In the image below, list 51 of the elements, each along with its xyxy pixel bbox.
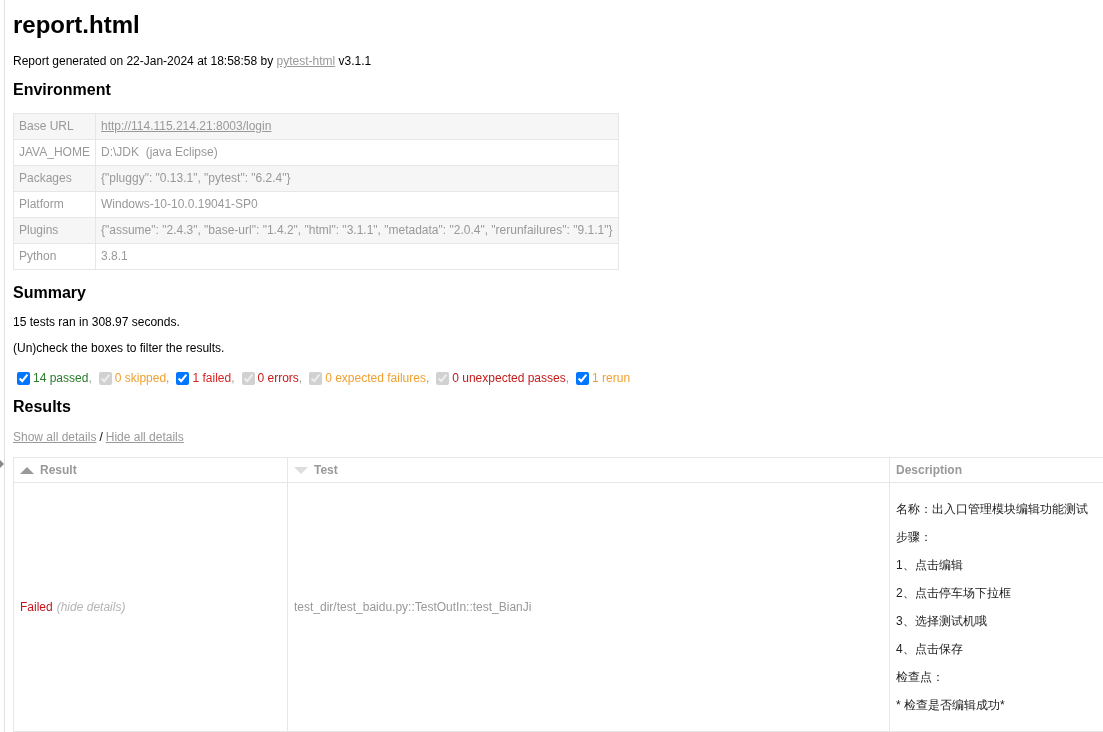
description-line: 检查点： bbox=[896, 670, 945, 684]
env-value-cell: D:\JDK (java Eclipse) bbox=[95, 139, 619, 166]
description-line: 名称：出入口管理模块编辑功能测试 bbox=[896, 502, 1089, 516]
filter-separator: , bbox=[88, 371, 92, 385]
filter-separator: , bbox=[565, 371, 570, 385]
filter-separator: , bbox=[231, 371, 235, 385]
details-link[interactable]: Show all details bbox=[13, 430, 97, 444]
env-key-cell: JAVA_HOME bbox=[13, 139, 96, 166]
page-title: report.html bbox=[13, 11, 140, 39]
column-header[interactable]: Description bbox=[889, 457, 1103, 483]
filter-label: 0 unexpected passes bbox=[452, 371, 566, 385]
filter-separator: , bbox=[166, 371, 170, 385]
filter-checkbox[interactable] bbox=[176, 371, 190, 385]
column-header[interactable]: Result bbox=[13, 457, 288, 483]
env-value-cell: Windows-10-10.0.19041-SP0 bbox=[95, 191, 619, 218]
description-line: * 检查是否编辑成功* bbox=[896, 698, 1006, 712]
section-heading: Results bbox=[13, 397, 71, 416]
filter-label: 0 errors bbox=[257, 371, 299, 385]
test-name-cell: test_dir/test_baidu.py::TestOutIn::test_BianJi bbox=[287, 482, 890, 732]
filter-separator: , bbox=[425, 371, 430, 385]
triangle-icon bbox=[0, 460, 4, 468]
details-toggle[interactable]: (hide details) bbox=[56, 600, 126, 614]
url-link[interactable]: http://114.115.214.21:8003/login bbox=[101, 119, 272, 133]
env-value-cell: {"assume": "2.4.3", "base-url": "1.4.2", "html": "3.1.1", "metadata": "2.0.4", "rerunfailures": "9.1.1"} bbox=[95, 217, 619, 244]
filter-separator: , bbox=[298, 371, 303, 385]
description-line: 2、点击停车场下拉框 bbox=[896, 586, 1012, 600]
summary-text: 15 tests ran in 308.97 seconds. bbox=[13, 315, 180, 329]
env-key-cell: Plugins bbox=[13, 217, 96, 244]
env-key-cell: Base URL bbox=[13, 113, 96, 140]
details-link[interactable]: Hide all details bbox=[105, 430, 184, 444]
filter-label: 0 expected failures bbox=[325, 371, 426, 385]
filter-hint-text: (Un)check the boxes to filter the results. bbox=[13, 341, 225, 355]
filter-checkbox[interactable] bbox=[17, 371, 30, 385]
filter-checkbox[interactable] bbox=[576, 371, 590, 385]
description-line: 3、选择测试机哦 bbox=[896, 614, 988, 628]
link-separator: / bbox=[99, 430, 103, 444]
env-key-cell: Packages bbox=[13, 165, 96, 192]
description-line: 1、点击编辑 bbox=[896, 558, 964, 572]
env-value-cell: {"pluggy": "0.13.1", "pytest": "6.2.4"} bbox=[95, 165, 619, 192]
pytest-html-link[interactable]: pytest-html bbox=[276, 54, 336, 68]
section-heading: Summary bbox=[13, 283, 86, 302]
env-value-cell: 3.8.1 bbox=[95, 243, 619, 270]
result-status: Failed bbox=[20, 600, 53, 614]
description-line: 4、点击保存 bbox=[896, 642, 964, 656]
filter-label: 1 rerun bbox=[592, 371, 631, 385]
description-line: 步骤： bbox=[896, 530, 933, 544]
report-info-text: Report generated on 22-Jan-2024 at 18:58:58 by pytest-html v3.1.1 bbox=[13, 54, 372, 68]
env-key-cell: Python bbox=[13, 243, 96, 270]
column-header[interactable]: Test bbox=[287, 457, 890, 483]
env-key-cell: Platform bbox=[13, 191, 96, 218]
section-heading: Environment bbox=[13, 80, 111, 99]
